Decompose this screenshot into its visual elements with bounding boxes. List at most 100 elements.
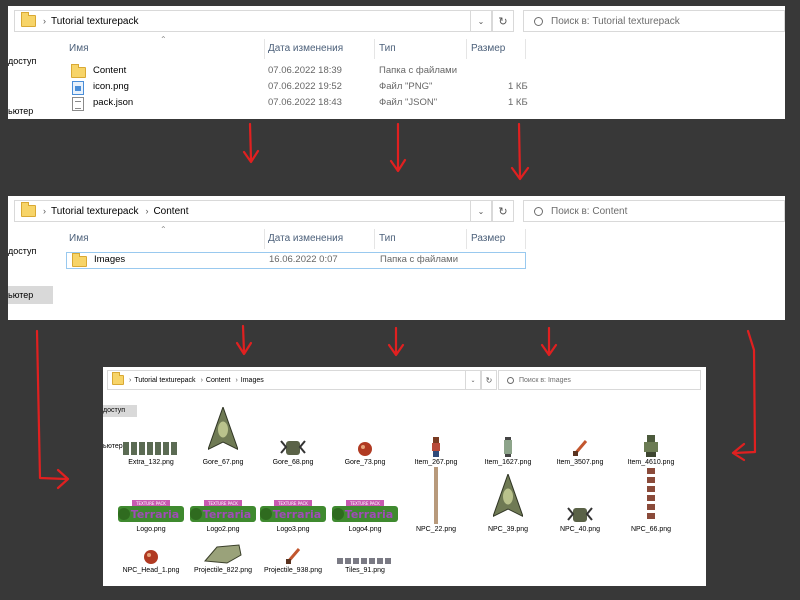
file-tile[interactable]: Terraria TEXTURE PACK Logo2.png (187, 462, 259, 533)
file-type: Файл "PNG" (379, 81, 433, 92)
svg-text:TEXTURE PACK: TEXTURE PACK (277, 501, 308, 506)
sidebar-item-quick-access[interactable]: доступ (8, 246, 36, 256)
refresh-icon[interactable]: ↻ (492, 200, 514, 222)
file-tile[interactable]: Gore_73.png (329, 395, 401, 466)
column-divider[interactable] (525, 39, 526, 59)
file-tile-label: NPC_66.png (630, 526, 672, 533)
search-input[interactable]: Поиск в: Images (498, 370, 701, 390)
explorer-window-2: › Tutorial texturepack › Content ⌄ ↻ Поиск… (8, 196, 785, 320)
file-tile[interactable]: Projectile_938.png (257, 529, 329, 574)
address-bar[interactable]: › Tutorial texturepack › Content › Images (107, 370, 482, 390)
sidebar-item-quick-access[interactable]: доступ (8, 56, 36, 66)
column-header-name[interactable]: Имя (69, 43, 88, 54)
thumbnail-image: Terraria TEXTURE PACK (115, 462, 187, 524)
chevron-right-icon: › (43, 206, 46, 216)
chevron-right-icon: › (43, 16, 46, 26)
address-bar[interactable]: › Tutorial texturepack (14, 10, 504, 32)
file-type: Файл "JSON" (379, 97, 438, 108)
search-input[interactable]: Поиск в: Tutorial texturepack (523, 10, 785, 32)
file-tile[interactable]: NPC_39.png (472, 462, 544, 533)
breadcrumb-item[interactable]: Content (153, 206, 188, 217)
breadcrumb-item[interactable]: Content (206, 377, 231, 384)
file-tile[interactable]: NPC_66.png (615, 462, 687, 533)
svg-text:Terraria: Terraria (273, 508, 321, 521)
file-tile[interactable]: Item_3507.png (544, 395, 616, 466)
thumbnail-image (472, 395, 544, 457)
file-name: icon.png (93, 81, 129, 92)
file-tile[interactable]: Tiles_91.png (329, 529, 401, 574)
file-tile[interactable]: Extra_132.png (115, 395, 187, 466)
search-input[interactable]: Поиск в: Content (523, 200, 785, 222)
arrow-down-icon (235, 324, 253, 356)
sidebar-item-this-pc[interactable]: ьютер (8, 106, 33, 116)
navigation-pane: доступ ьютер (8, 40, 66, 119)
file-date: 07.06.2022 18:43 (268, 97, 342, 108)
svg-text:TEXTURE PACK: TEXTURE PACK (349, 501, 380, 506)
file-tile[interactable]: Projectile_822.png (187, 529, 259, 574)
column-header-size[interactable]: Размер (471, 43, 505, 54)
refresh-icon[interactable]: ↻ (492, 10, 514, 32)
address-bar[interactable]: › Tutorial texturepack › Content (14, 200, 504, 222)
file-row[interactable]: pack.json 07.06.2022 18:43 Файл "JSON" 1… (66, 96, 528, 111)
file-tile[interactable]: Terraria TEXTURE PACK Logo4.png (329, 462, 401, 533)
sort-chevron-up-icon: ⌃ (160, 225, 167, 234)
file-tile[interactable]: Gore_68.png (257, 395, 329, 466)
file-size: 1 КБ (508, 81, 528, 92)
folder-icon (71, 64, 86, 78)
file-tile[interactable]: Terraria TEXTURE PACK Logo.png (115, 462, 187, 533)
sort-chevron-up-icon: ⌃ (160, 35, 167, 44)
arrow-down-icon (387, 326, 405, 357)
file-name: Content (93, 65, 127, 76)
arrow-down-left-icon (35, 329, 70, 490)
file-date: 16.06.2022 0:07 (269, 254, 338, 265)
column-divider[interactable] (264, 39, 265, 59)
search-placeholder: Поиск в: Tutorial texturepack (551, 15, 680, 27)
column-divider[interactable] (466, 39, 467, 59)
column-header-date[interactable]: Дата изменения (268, 43, 343, 54)
file-row[interactable]: icon.png 07.06.2022 19:52 Файл "PNG" 1 К… (66, 80, 528, 95)
arrow-down-icon (242, 122, 260, 164)
thumbnail-image (329, 395, 401, 457)
column-divider[interactable] (264, 229, 265, 249)
file-tile[interactable]: Item_267.png (400, 395, 472, 466)
chevron-down-icon[interactable]: ⌄ (465, 370, 481, 390)
thumbnail-image (615, 395, 687, 457)
file-tile[interactable]: Gore_67.png (187, 395, 259, 466)
svg-text:TEXTURE PACK: TEXTURE PACK (135, 501, 166, 506)
chevron-down-icon[interactable]: ⌄ (470, 10, 492, 32)
file-tile[interactable]: NPC_40.png (544, 462, 616, 533)
column-divider[interactable] (525, 229, 526, 249)
file-tile-label: NPC_Head_1.png (122, 567, 180, 574)
thumbnail-image (615, 462, 687, 524)
refresh-icon[interactable]: ↻ (481, 370, 497, 390)
chevron-down-icon[interactable]: ⌄ (470, 200, 492, 222)
file-name: pack.json (93, 97, 134, 108)
column-header-date[interactable]: Дата изменения (268, 233, 343, 244)
file-row[interactable]: Content 07.06.2022 18:39 Папка с файлами (66, 64, 526, 79)
breadcrumb-item[interactable]: Images (241, 377, 264, 384)
explorer-window-1: › Tutorial texturepack ⌄ ↻ Поиск в: Tutor… (8, 6, 785, 119)
column-divider[interactable] (374, 39, 375, 59)
thumbnail-image: Terraria TEXTURE PACK (257, 462, 329, 524)
file-tile-label: Projectile_938.png (264, 567, 322, 574)
column-divider[interactable] (466, 229, 467, 249)
file-row-selected[interactable]: Images 16.06.2022 0:07 Папка с файлами (66, 252, 526, 269)
navigation-pane: доступ ьютер (8, 230, 66, 320)
column-header-type[interactable]: Тип (379, 43, 396, 54)
folder-icon (112, 372, 124, 385)
file-tile[interactable]: Item_1627.png (472, 395, 544, 466)
sidebar-item-this-pc[interactable]: ьютер (8, 286, 53, 304)
thumbnail-image: Terraria TEXTURE PACK (329, 462, 401, 524)
breadcrumb-item[interactable]: Tutorial texturepack (51, 16, 138, 27)
breadcrumb-item[interactable]: Tutorial texturepack (51, 206, 138, 217)
breadcrumb-item[interactable]: Tutorial texturepack (134, 377, 195, 384)
column-divider[interactable] (374, 229, 375, 249)
file-tile[interactable]: Terraria TEXTURE PACK Logo3.png (257, 462, 329, 533)
file-tile[interactable]: Item_4610.png (615, 395, 687, 466)
column-header-type[interactable]: Тип (379, 233, 396, 244)
file-tile[interactable]: NPC_Head_1.png (115, 529, 187, 574)
column-header-size[interactable]: Размер (471, 233, 505, 244)
column-header-name[interactable]: Имя (69, 233, 88, 244)
thumbnail-image: Terraria TEXTURE PACK (187, 462, 259, 524)
file-tile[interactable]: NPC_22.png (400, 462, 472, 533)
